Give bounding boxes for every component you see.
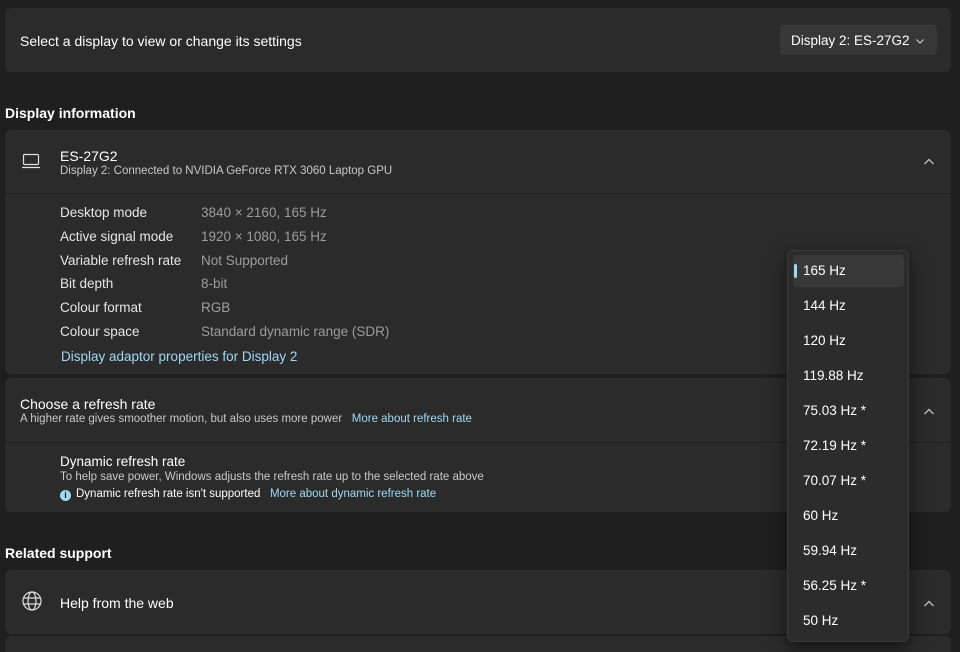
spec-key: Bit depth xyxy=(60,276,114,291)
info-icon: i xyxy=(60,490,71,501)
refresh-rate-option-label: 119.88 Hz xyxy=(803,368,864,383)
help-from-web-label: Help from the web xyxy=(60,595,174,611)
select-display-label: Select a display to view or change its s… xyxy=(20,33,302,49)
spec-value: RGB xyxy=(201,300,231,315)
refresh-rate-option-label: 144 Hz xyxy=(803,298,846,313)
spec-key: Desktop mode xyxy=(60,205,148,220)
chevron-up-icon xyxy=(923,154,935,172)
refresh-rate-option-label: 50 Hz xyxy=(803,613,839,628)
related-support-heading: Related support xyxy=(5,545,112,561)
refresh-rate-option[interactable]: 56.25 Hz * xyxy=(793,570,904,602)
spec-key: Colour format xyxy=(60,300,142,315)
divider xyxy=(5,193,951,194)
refresh-rate-option[interactable]: 120 Hz xyxy=(793,325,904,357)
display-connection: Display 2: Connected to NVIDIA GeForce R… xyxy=(60,165,393,177)
globe-icon xyxy=(21,590,43,617)
chevron-down-icon xyxy=(915,34,925,49)
refresh-rate-option-label: 59.94 Hz xyxy=(803,543,858,558)
refresh-rate-option-label: 165 Hz xyxy=(803,263,846,278)
refresh-rate-option[interactable]: 70.07 Hz * xyxy=(793,465,904,497)
more-about-dynamic-refresh-rate-link[interactable]: More about dynamic refresh rate xyxy=(270,488,436,500)
spec-value: Standard dynamic range (SDR) xyxy=(201,324,390,339)
refresh-rate-description: A higher rate gives smoother motion, but… xyxy=(20,413,472,425)
chevron-up-icon[interactable] xyxy=(923,404,935,422)
display-information-heading: Display information xyxy=(5,105,136,121)
dynamic-refresh-rate-note: i Dynamic refresh rate isn't supported Mo… xyxy=(60,488,436,501)
settings-page: Select a display to view or change its s… xyxy=(0,0,960,652)
chevron-up-icon xyxy=(923,596,935,614)
display-select-dropdown[interactable]: Display 2: ES-27G2 xyxy=(780,25,937,55)
refresh-rate-option[interactable]: 165 Hz xyxy=(793,255,904,287)
refresh-rate-option[interactable]: 144 Hz xyxy=(793,290,904,322)
refresh-rate-option[interactable]: 60 Hz xyxy=(793,500,904,532)
refresh-rate-option-label: 75.03 Hz * xyxy=(803,403,867,418)
refresh-rate-description-text: A higher rate gives smoother motion, but… xyxy=(20,413,343,425)
selection-indicator xyxy=(794,264,797,278)
refresh-rate-menu: 165 Hz 144 Hz 120 Hz 119.88 Hz 75.03 Hz … xyxy=(787,250,909,642)
dynamic-refresh-rate-description: To help save power, Windows adjusts the … xyxy=(60,471,484,483)
refresh-rate-option[interactable]: 59.94 Hz xyxy=(793,535,904,567)
display-adaptor-properties-link[interactable]: Display adaptor properties for Display 2 xyxy=(61,349,297,364)
refresh-rate-option[interactable]: 50 Hz xyxy=(793,605,904,637)
display-information-header[interactable]: ES-27G2 Display 2: Connected to NVIDIA G… xyxy=(5,130,951,193)
refresh-rate-option-label: 120 Hz xyxy=(803,333,846,348)
spec-value: 3840 × 2160, 165 Hz xyxy=(201,205,327,220)
display-name: ES-27G2 xyxy=(60,148,118,164)
refresh-rate-option-label: 70.07 Hz * xyxy=(803,473,867,488)
refresh-rate-option[interactable]: 119.88 Hz xyxy=(793,360,904,392)
select-display-card: Select a display to view or change its s… xyxy=(5,8,951,72)
monitor-icon xyxy=(21,153,41,174)
spec-key: Colour space xyxy=(60,324,140,339)
refresh-rate-option-label: 60 Hz xyxy=(803,508,839,523)
spec-key: Variable refresh rate xyxy=(60,253,182,268)
spec-key: Active signal mode xyxy=(60,229,174,244)
spec-value: 8-bit xyxy=(201,276,228,291)
dynamic-refresh-rate-note-text: Dynamic refresh rate isn't supported xyxy=(76,488,261,500)
refresh-rate-title: Choose a refresh rate xyxy=(20,396,156,412)
display-select-value: Display 2: ES-27G2 xyxy=(791,33,910,48)
refresh-rate-option[interactable]: 72.19 Hz * xyxy=(793,430,904,462)
refresh-rate-option[interactable]: 75.03 Hz * xyxy=(793,395,904,427)
spec-value: Not Supported xyxy=(201,253,289,268)
refresh-rate-option-label: 72.19 Hz * xyxy=(803,438,867,453)
refresh-rate-option-label: 56.25 Hz * xyxy=(803,578,867,593)
dynamic-refresh-rate-title: Dynamic refresh rate xyxy=(60,454,186,469)
spec-value: 1920 × 1080, 165 Hz xyxy=(201,229,327,244)
more-about-refresh-rate-link[interactable]: More about refresh rate xyxy=(352,413,472,425)
